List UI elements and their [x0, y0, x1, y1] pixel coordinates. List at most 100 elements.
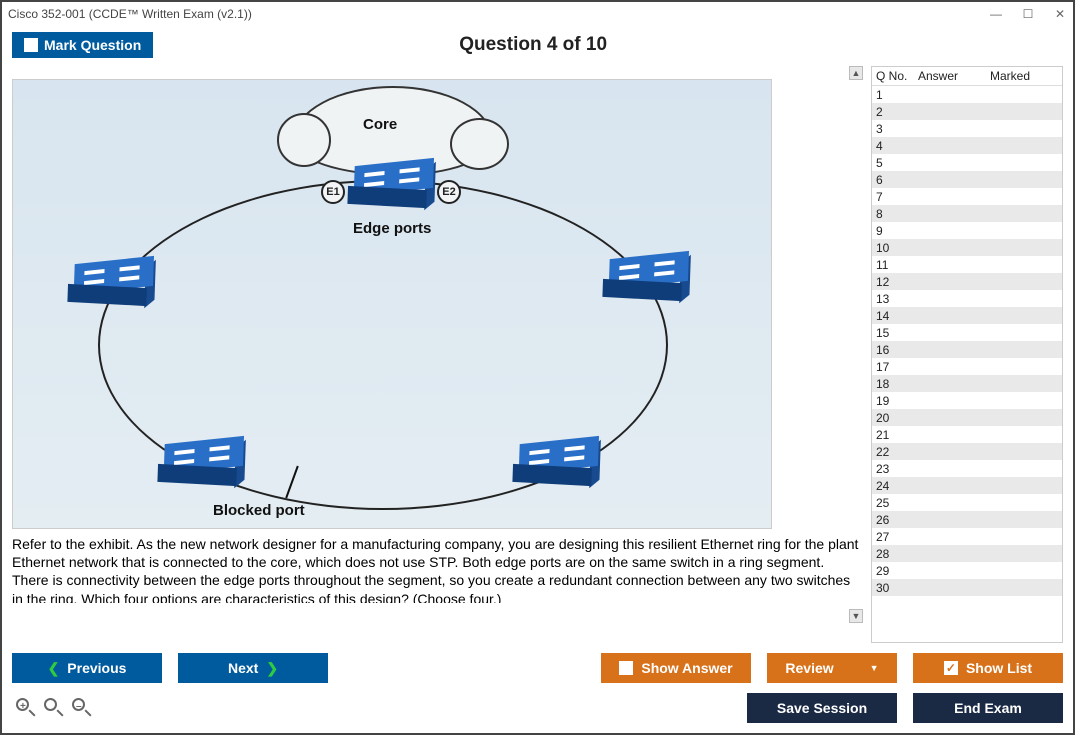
end-exam-label: End Exam [954, 700, 1022, 716]
chevron-right-icon: ❯ [266, 660, 278, 677]
mark-question-button[interactable]: Mark Question [12, 32, 153, 58]
list-item[interactable]: 14 [872, 307, 1062, 324]
list-item[interactable]: 6 [872, 171, 1062, 188]
review-label: Review [785, 660, 833, 676]
qno-cell: 10 [876, 241, 916, 255]
qno-cell: 26 [876, 513, 916, 527]
checkbox-icon [619, 661, 633, 675]
app-window: Cisco 352-001 (CCDE™ Written Exam (v2.1)… [0, 0, 1075, 735]
list-item[interactable]: 13 [872, 290, 1062, 307]
list-item[interactable]: 24 [872, 477, 1062, 494]
list-item[interactable]: 2 [872, 103, 1062, 120]
list-item[interactable]: 3 [872, 120, 1062, 137]
list-item[interactable]: 4 [872, 137, 1062, 154]
switch-left [67, 260, 154, 310]
qno-cell: 15 [876, 326, 916, 340]
question-counter: Question 4 of 10 [153, 34, 913, 56]
list-item[interactable]: 7 [872, 188, 1062, 205]
qno-cell: 1 [876, 88, 916, 102]
list-item[interactable]: 8 [872, 205, 1062, 222]
end-exam-button[interactable]: End Exam [913, 693, 1063, 723]
save-session-button[interactable]: Save Session [747, 693, 897, 723]
list-item[interactable]: 22 [872, 443, 1062, 460]
qno-cell: 6 [876, 173, 916, 187]
maximize-icon[interactable]: ☐ [1021, 7, 1035, 21]
titlebar: Cisco 352-001 (CCDE™ Written Exam (v2.1)… [2, 2, 1073, 26]
list-item[interactable]: 11 [872, 256, 1062, 273]
window-title: Cisco 352-001 (CCDE™ Written Exam (v2.1)… [8, 7, 252, 21]
question-list-panel: Q No. Answer Marked 12345678910111213141… [871, 66, 1063, 643]
list-item[interactable]: 30 [872, 579, 1062, 596]
qno-cell: 11 [876, 258, 916, 272]
qno-cell: 12 [876, 275, 916, 289]
zoom-reset-icon[interactable] [44, 698, 64, 718]
question-list[interactable]: 1234567891011121314151617181920212223242… [872, 86, 1062, 642]
minimize-icon[interactable]: — [989, 7, 1003, 21]
list-item[interactable]: 16 [872, 341, 1062, 358]
question-list-header: Q No. Answer Marked [872, 67, 1062, 86]
scroll-up-icon[interactable]: ▲ [849, 66, 863, 80]
footer: ❮ Previous Next ❯ Show Answer Review ▼ S… [2, 643, 1073, 733]
list-item[interactable]: 12 [872, 273, 1062, 290]
show-answer-button[interactable]: Show Answer [601, 653, 751, 683]
list-item[interactable]: 29 [872, 562, 1062, 579]
switch-right [602, 255, 689, 305]
qno-cell: 9 [876, 224, 916, 238]
list-item[interactable]: 26 [872, 511, 1062, 528]
edge-port-e2: E2 [437, 180, 461, 204]
qno-cell: 8 [876, 207, 916, 221]
qno-cell: 25 [876, 496, 916, 510]
main-area: ▲ Core E1 E2 Edge ports [2, 66, 1073, 643]
scroll-down-icon[interactable]: ▼ [849, 609, 863, 623]
header-row: Mark Question Question 4 of 10 [2, 26, 1073, 66]
save-session-label: Save Session [777, 700, 867, 716]
close-icon[interactable]: ✕ [1053, 7, 1067, 21]
qno-cell: 22 [876, 445, 916, 459]
mark-question-label: Mark Question [44, 37, 141, 53]
list-item[interactable]: 5 [872, 154, 1062, 171]
list-item[interactable]: 10 [872, 239, 1062, 256]
switch-bottom-left [157, 440, 244, 490]
qno-cell: 5 [876, 156, 916, 170]
question-panel: ▲ Core E1 E2 Edge ports [12, 66, 863, 643]
switch-top [347, 162, 434, 212]
list-item[interactable]: 27 [872, 528, 1062, 545]
previous-label: Previous [67, 660, 126, 676]
list-item[interactable]: 19 [872, 392, 1062, 409]
show-list-button[interactable]: Show List [913, 653, 1063, 683]
header-answer: Answer [918, 69, 990, 83]
zoom-controls: + – [12, 698, 92, 718]
zoom-out-icon[interactable]: – [72, 698, 92, 718]
qno-cell: 16 [876, 343, 916, 357]
review-button[interactable]: Review ▼ [767, 653, 897, 683]
qno-cell: 4 [876, 139, 916, 153]
exhibit-image: Core E1 E2 Edge ports [12, 79, 772, 529]
show-answer-label: Show Answer [641, 660, 732, 676]
list-item[interactable]: 28 [872, 545, 1062, 562]
qno-cell: 7 [876, 190, 916, 204]
edge-port-e1: E1 [321, 180, 345, 204]
list-item[interactable]: 23 [872, 460, 1062, 477]
list-item[interactable]: 1 [872, 86, 1062, 103]
checkbox-icon [24, 38, 38, 52]
previous-button[interactable]: ❮ Previous [12, 653, 162, 683]
list-item[interactable]: 15 [872, 324, 1062, 341]
edge-ports-label: Edge ports [353, 220, 431, 237]
list-item[interactable]: 17 [872, 358, 1062, 375]
list-item[interactable]: 18 [872, 375, 1062, 392]
qno-cell: 24 [876, 479, 916, 493]
zoom-in-icon[interactable]: + [16, 698, 36, 718]
qno-cell: 27 [876, 530, 916, 544]
next-label: Next [228, 660, 258, 676]
chevron-left-icon: ❮ [48, 660, 60, 677]
list-item[interactable]: 25 [872, 494, 1062, 511]
list-item[interactable]: 21 [872, 426, 1062, 443]
header-qno: Q No. [876, 69, 918, 83]
question-text: Refer to the exhibit. As the new network… [12, 535, 863, 603]
qno-cell: 19 [876, 394, 916, 408]
qno-cell: 17 [876, 360, 916, 374]
list-item[interactable]: 20 [872, 409, 1062, 426]
list-item[interactable]: 9 [872, 222, 1062, 239]
checkbox-checked-icon [944, 661, 958, 675]
next-button[interactable]: Next ❯ [178, 653, 328, 683]
